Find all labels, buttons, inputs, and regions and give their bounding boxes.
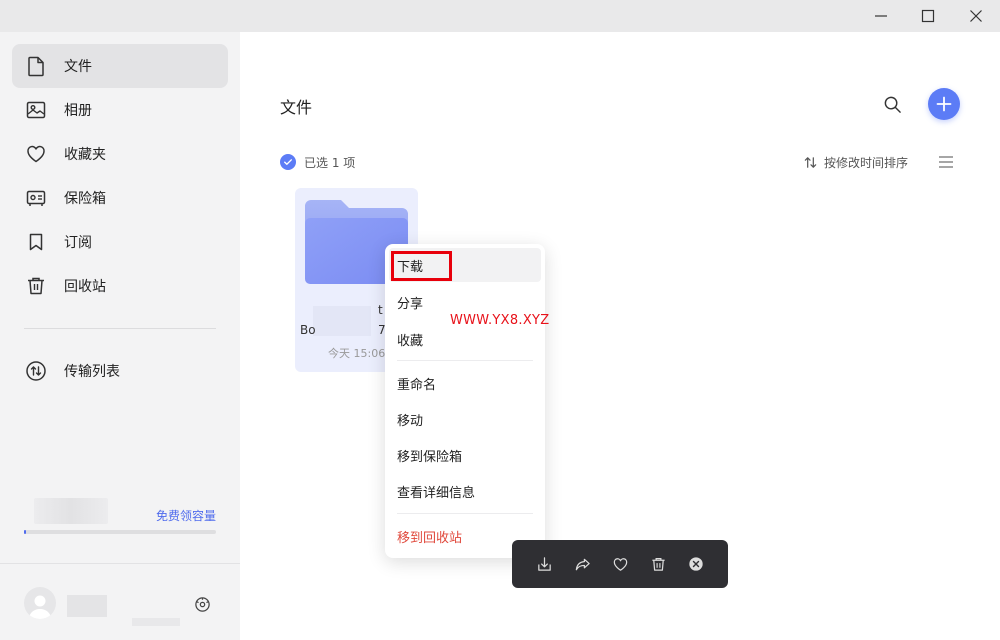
- settings-icon: [194, 596, 210, 612]
- trash-icon: [651, 557, 665, 571]
- menu-item-move[interactable]: 移动: [389, 402, 541, 436]
- download-icon: [537, 556, 551, 571]
- favorite-button[interactable]: [608, 552, 632, 576]
- photo-icon: [24, 98, 48, 122]
- sidebar-item-label: 保险箱: [64, 191, 106, 207]
- maximize-button[interactable]: [904, 0, 952, 32]
- add-button[interactable]: [928, 88, 960, 120]
- view-mode-button[interactable]: [936, 153, 956, 171]
- selection-count: 已选 1 项: [304, 155, 356, 170]
- file-date: 今天 15:06: [328, 347, 386, 360]
- sidebar-item-label: 相册: [64, 103, 92, 119]
- heart-icon: [613, 557, 627, 571]
- sidebar-item-favorites[interactable]: 收藏夹: [12, 132, 228, 176]
- maximize-icon: [921, 9, 935, 23]
- sidebar-divider: [24, 328, 216, 329]
- sidebar-item-photos[interactable]: 相册: [12, 88, 228, 132]
- transfer-icon: [24, 359, 48, 383]
- sidebar-item-label: 订阅: [64, 235, 92, 251]
- sort-label: 按修改时间排序: [824, 155, 909, 170]
- sidebar-item-label: 传输列表: [64, 364, 120, 380]
- selection-status: 已选 1 项: [280, 153, 355, 171]
- sidebar-item-safe[interactable]: 保险箱: [12, 176, 228, 220]
- sidebar-item-label: 回收站: [64, 279, 106, 295]
- user-info-blurred: [132, 618, 180, 626]
- quota-progress-fill: [24, 530, 26, 534]
- plus-icon: [936, 96, 952, 112]
- sidebar-item-transfer-list[interactable]: 传输列表: [12, 349, 228, 393]
- quota-text-blurred: [34, 498, 108, 524]
- share-icon: [575, 558, 590, 570]
- download-button[interactable]: [532, 552, 556, 576]
- sidebar-item-recycle-bin[interactable]: 回收站: [12, 264, 228, 308]
- menu-item-rename[interactable]: 重命名: [389, 366, 541, 400]
- settings-button[interactable]: [190, 592, 214, 616]
- title-bar: [0, 0, 1000, 32]
- search-button[interactable]: [878, 90, 906, 118]
- sidebar-item-subscriptions[interactable]: 订阅: [12, 220, 228, 264]
- username-blurred: [67, 595, 107, 617]
- file-name-fragment: t: [378, 303, 383, 317]
- minimize-icon: [875, 15, 887, 17]
- menu-item-move-to-safe[interactable]: 移到保险箱: [389, 438, 541, 472]
- sidebar-bottom-divider: [0, 563, 240, 564]
- free-storage-link[interactable]: 免费领容量: [156, 507, 216, 524]
- minimize-button[interactable]: [857, 0, 905, 32]
- quota-progress-bar: [24, 530, 216, 534]
- heart-icon: [24, 142, 48, 166]
- bookmark-icon: [24, 230, 48, 254]
- menu-item-details[interactable]: 查看详细信息: [389, 474, 541, 508]
- menu-separator: [397, 360, 533, 361]
- list-icon: [939, 156, 953, 168]
- check-icon: [284, 159, 292, 165]
- sidebar-item-label: 文件: [64, 59, 92, 75]
- storage-quota: 免费领容量: [24, 498, 216, 538]
- close-window-button[interactable]: [952, 0, 1000, 32]
- close-circle-icon: [689, 557, 703, 571]
- sort-button[interactable]: 按修改时间排序: [803, 153, 908, 171]
- menu-separator: [397, 513, 533, 514]
- sidebar-item-files[interactable]: 文件: [12, 44, 228, 88]
- select-all-checkbox[interactable]: [280, 154, 296, 170]
- cancel-selection-button[interactable]: [684, 552, 708, 576]
- delete-button[interactable]: [646, 552, 670, 576]
- watermark: WWW.YX8.XYZ: [450, 313, 550, 328]
- trash-icon: [24, 274, 48, 298]
- avatar[interactable]: [24, 587, 56, 619]
- context-menu: 下载 分享 收藏 重命名 移动 移到保险箱 查看详细信息 移到回收站: [385, 244, 545, 558]
- file-name-blurred: [313, 306, 371, 336]
- sort-icon: [804, 156, 817, 168]
- file-name-fragment: Bo: [300, 323, 316, 337]
- highlight-box: [391, 251, 452, 281]
- safe-icon: [24, 186, 48, 210]
- close-icon: [970, 10, 982, 22]
- selection-action-bar: [512, 540, 728, 588]
- search-icon: [884, 96, 901, 113]
- user-icon: [29, 595, 51, 619]
- sidebar-item-label: 收藏夹: [64, 147, 106, 163]
- page-title: 文件: [280, 98, 313, 117]
- share-button[interactable]: [570, 552, 594, 576]
- sidebar: 文件 相册 收藏夹 保险箱 订阅 回收站 传输列表 免费领容量: [0, 32, 240, 640]
- file-icon: [24, 54, 48, 78]
